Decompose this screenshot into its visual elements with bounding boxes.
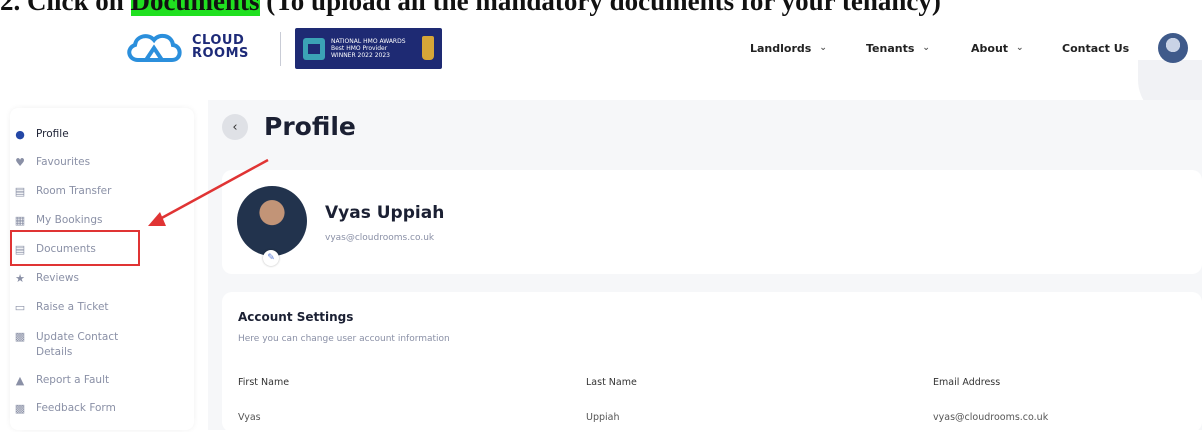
annotation-arrow [148, 158, 269, 226]
